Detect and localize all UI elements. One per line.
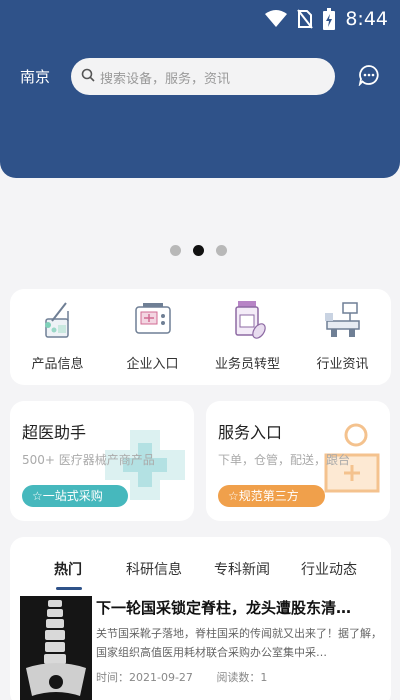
news-tabs: 热门 科研信息 专科新闻 行业动态 xyxy=(10,559,391,590)
promo-subtitle: 下单，仓管，配送，跟台 xyxy=(218,453,351,467)
quick-item-salesman[interactable]: 业务员转型 xyxy=(200,289,295,385)
tab-specialty[interactable]: 专科新闻 xyxy=(214,559,270,579)
promo-title: 服务入口 xyxy=(218,423,283,442)
news-summary: 关节国采靴子落地，脊柱国采的传闻就又出来了！据了解，国家组织高值医用耗材联合采购… xyxy=(96,627,382,659)
promo-card-service[interactable]: 服务入口 下单，仓管，配送，跟台 ☆规范第三方 xyxy=(206,401,390,521)
quick-menu: 产品信息 企业入口 业务员转型 行业资讯 xyxy=(10,289,391,385)
product-kit-icon xyxy=(45,302,69,338)
carousel-dot-active[interactable] xyxy=(193,245,204,256)
spine-image xyxy=(20,596,92,700)
carousel-indicator xyxy=(170,245,227,256)
city-selector[interactable]: 南京 xyxy=(20,66,50,87)
battery-icon xyxy=(323,8,336,30)
enterprise-device-icon xyxy=(135,303,171,334)
carousel-dot[interactable] xyxy=(216,245,227,256)
medical-equipment-icon xyxy=(325,302,360,337)
news-thumbnail[interactable] xyxy=(20,596,92,700)
top-bar: 南京 搜索设备，服务，资讯 xyxy=(0,58,400,96)
promo-title: 超医助手 xyxy=(22,423,87,442)
quick-item-label: 企业入口 xyxy=(126,357,179,372)
search-icon xyxy=(81,68,95,82)
wifi-icon xyxy=(265,10,288,27)
search-bar[interactable]: 搜索设备，服务，资讯 xyxy=(71,58,335,95)
active-tab-indicator xyxy=(56,587,82,590)
quick-item-industry-news[interactable]: 行业资讯 xyxy=(295,289,390,385)
news-section: 热门 科研信息 专科新闻 行业动态 下一轮国采锁定脊柱，龙头遭股东清… 关节国采… xyxy=(10,537,391,700)
chat-bubble-icon[interactable] xyxy=(358,64,380,86)
promo-subtitle: 500+ 医疗器械产商产品 xyxy=(22,453,155,467)
tab-hot[interactable]: 热门 xyxy=(54,559,82,579)
status-time: 8:44 xyxy=(345,8,388,30)
promo-badge-one-stop[interactable]: ☆一站式采购 xyxy=(22,485,128,507)
news-title[interactable]: 下一轮国采锁定脊柱，龙头遭股东清… xyxy=(96,597,384,618)
search-placeholder: 搜索设备，服务，资讯 xyxy=(100,72,231,87)
tab-research[interactable]: 科研信息 xyxy=(126,559,182,579)
quick-item-label: 业务员转型 xyxy=(214,357,280,372)
promo-badge-third-party[interactable]: ☆规范第三方 xyxy=(218,485,325,507)
no-sim-icon xyxy=(297,9,314,29)
quick-item-product-info[interactable]: 产品信息 xyxy=(10,289,105,385)
quick-item-label: 行业资讯 xyxy=(316,357,369,372)
promo-card-assistant[interactable]: 超医助手 500+ 医疗器械产商产品 ☆一站式采购 xyxy=(10,401,194,521)
news-meta: 时间：2021-09-27 阅读数：1 xyxy=(96,669,287,685)
quick-item-enterprise[interactable]: 企业入口 xyxy=(105,289,200,385)
medicine-bottle-icon xyxy=(235,301,266,339)
tab-industry[interactable]: 行业动态 xyxy=(301,559,357,579)
quick-item-label: 产品信息 xyxy=(31,357,84,372)
status-bar: 8:44 xyxy=(0,0,400,40)
news-read-count: 阅读数：1 xyxy=(216,671,268,684)
carousel-dot[interactable] xyxy=(170,245,181,256)
news-time: 时间：2021-09-27 xyxy=(96,671,193,684)
